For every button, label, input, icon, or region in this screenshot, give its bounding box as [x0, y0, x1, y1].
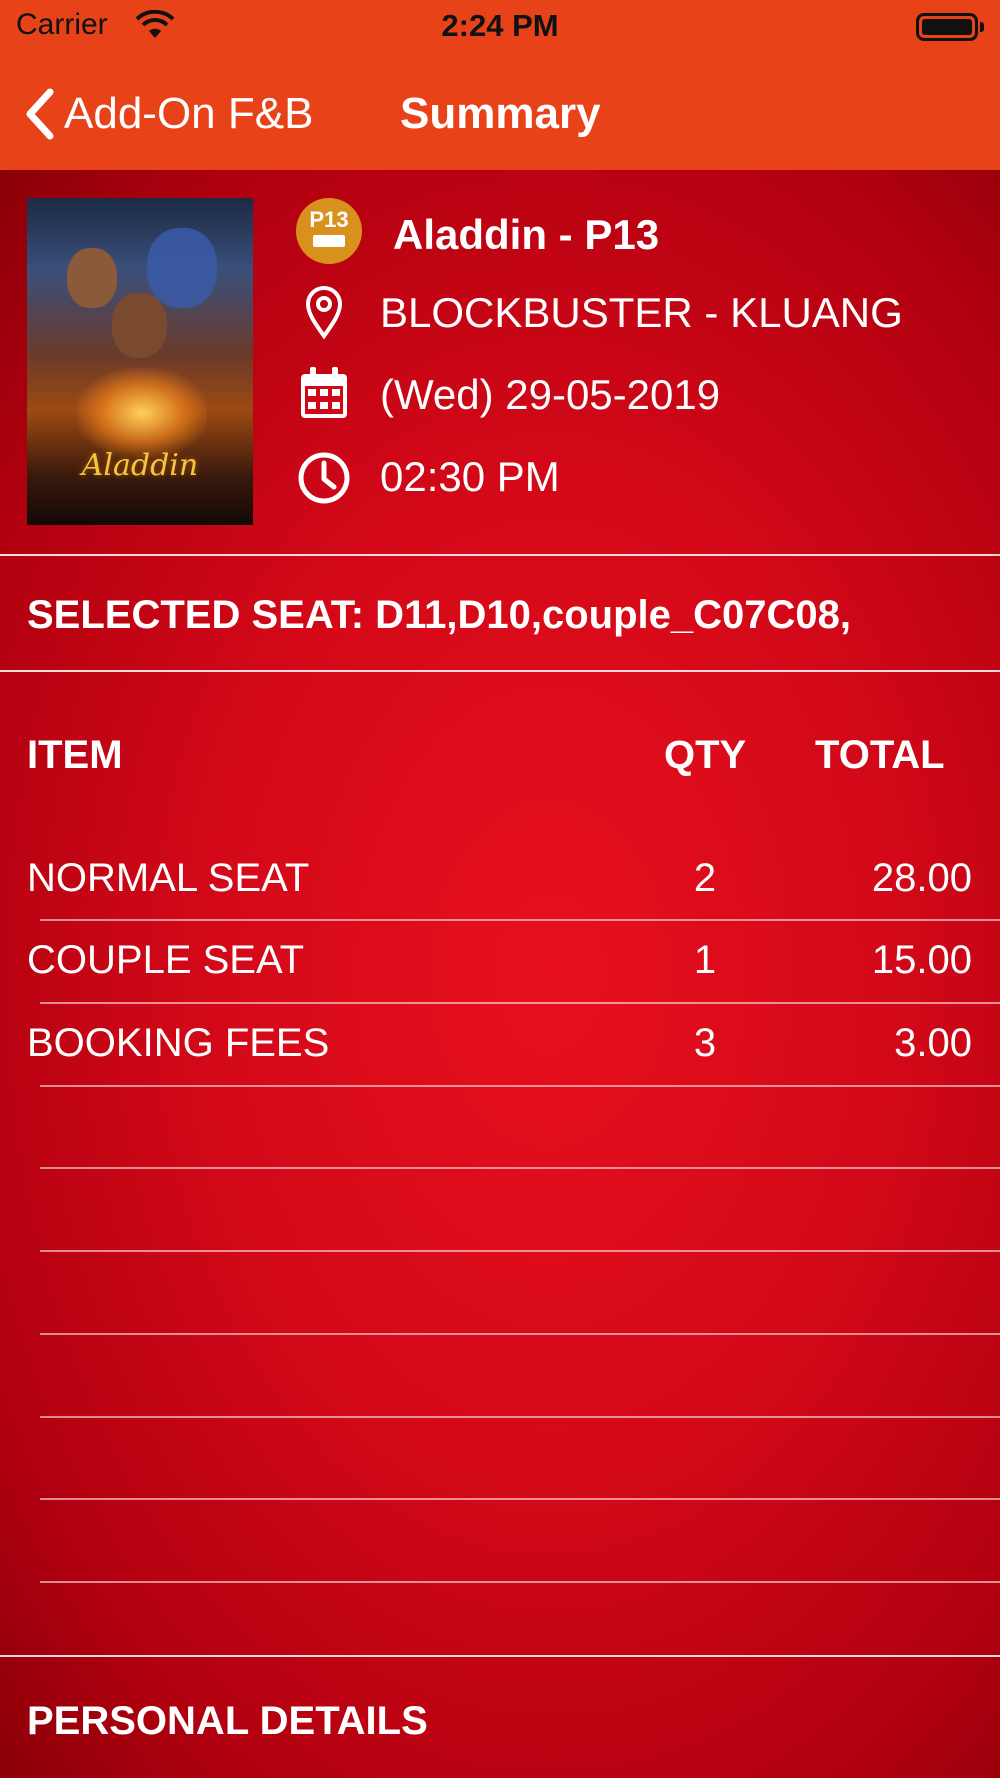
- chevron-left-icon: [26, 88, 54, 140]
- battery-icon: [916, 13, 984, 41]
- column-header-qty: QTY: [664, 733, 747, 777]
- show-date: (Wed) 29-05-2019: [380, 371, 721, 418]
- divider: [0, 670, 1000, 672]
- row-separator: [40, 1416, 1000, 1418]
- location-pin-icon: [305, 286, 343, 340]
- movie-title: Aladdin - P13: [393, 211, 660, 258]
- column-header-total: TOTAL: [815, 733, 945, 777]
- cinema-name: BLOCKBUSTER - KLUANG: [380, 289, 903, 336]
- divider: [0, 1655, 1000, 1657]
- navigation-bar: Add-On F&B Summary: [0, 56, 1000, 170]
- show-time: 02:30 PM: [380, 453, 560, 500]
- calendar-icon: [301, 367, 347, 418]
- row-qty: 3: [693, 1021, 717, 1065]
- clock-icon: [298, 452, 350, 504]
- row-qty: 1: [693, 938, 717, 982]
- column-header-item: ITEM: [27, 733, 123, 777]
- page-title: Summary: [400, 89, 601, 138]
- row-item: NORMAL SEAT: [27, 856, 310, 900]
- selected-seats: SELECTED SEAT: D11,D10,couple_C07C08,: [27, 593, 851, 637]
- rating-badge: P13: [296, 198, 362, 264]
- row-total: 15.00: [871, 938, 972, 982]
- row-separator: [40, 1498, 1000, 1500]
- row-total: 28.00: [871, 856, 972, 900]
- status-time: 2:24 PM: [441, 8, 559, 43]
- row-separator: [40, 1333, 1000, 1335]
- row-separator: [40, 1250, 1000, 1252]
- back-button[interactable]: Add-On F&B: [22, 86, 313, 142]
- movie-poster: Aladdin: [27, 198, 253, 525]
- status-bar: Carrier 2:24 PM: [0, 0, 1000, 56]
- back-button-label: Add-On F&B: [64, 89, 314, 138]
- row-item: BOOKING FEES: [27, 1021, 330, 1065]
- row-qty: 2: [693, 856, 717, 900]
- rating-code: P13: [309, 207, 349, 232]
- summary-content: Aladdin P13 Aladdin - P13 BLOCKBUSTER - …: [0, 170, 1000, 1778]
- row-separator: [40, 919, 1000, 921]
- personal-details-title: PERSONAL DETAILS: [27, 1699, 428, 1743]
- row-separator: [40, 1581, 1000, 1583]
- divider: [0, 554, 1000, 556]
- row-separator: [40, 1085, 1000, 1087]
- poster-title: Aladdin: [81, 448, 199, 483]
- row-separator: [40, 1167, 1000, 1169]
- row-separator: [40, 1002, 1000, 1004]
- row-total: 3.00: [894, 1021, 972, 1065]
- row-item: COUPLE SEAT: [27, 938, 305, 982]
